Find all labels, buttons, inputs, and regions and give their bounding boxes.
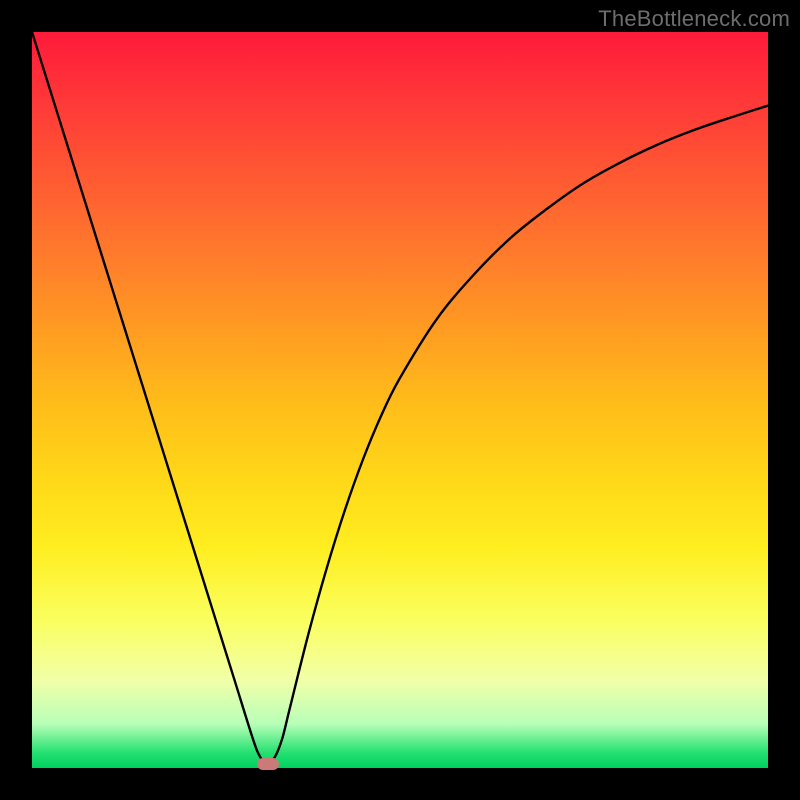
watermark-text: TheBottleneck.com <box>598 6 790 32</box>
bottleneck-curve <box>32 32 768 768</box>
minimum-marker <box>257 758 279 770</box>
chart-frame: TheBottleneck.com <box>0 0 800 800</box>
